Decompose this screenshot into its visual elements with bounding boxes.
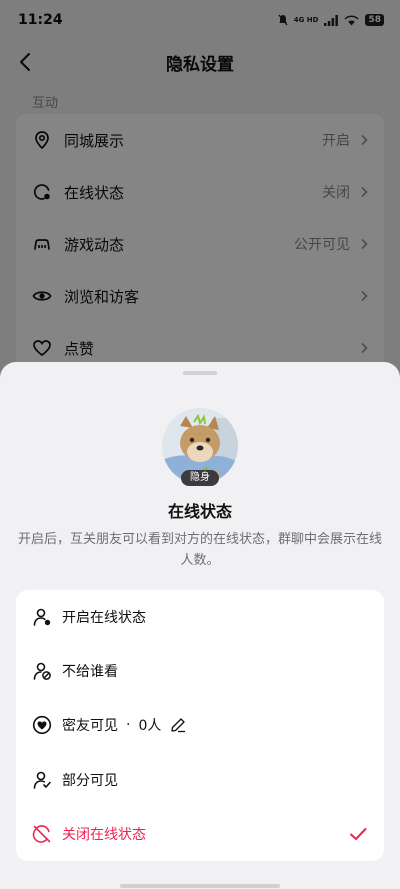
offline-icon [32,825,51,843]
avatar-container: 隐身 [162,408,238,486]
heart-friend-icon [32,716,52,735]
user-online-icon [33,608,51,626]
option-enable-online-status[interactable]: 开启在线状态 [16,590,384,644]
option-label: 密友可见 [62,718,118,735]
option-label: 部分可见 [62,772,118,789]
option-disable-online-status[interactable]: 关闭在线状态 [16,807,384,861]
sheet-title: 在线状态 [167,502,232,521]
option-separator: · [126,717,131,734]
option-label: 不给谁看 [62,664,118,681]
option-close-friends[interactable]: 密友可见 · 0人 [16,698,384,752]
user-check-icon [33,771,51,789]
invisible-badge: 隐身 [181,470,219,486]
close-friends-count: 0人 [138,718,162,735]
user-block-icon [33,662,51,681]
pencil-edit-icon[interactable] [169,716,187,734]
option-partially-visible[interactable]: 部分可见 [16,753,384,807]
checkmark-icon [350,827,367,840]
visibility-options-list: 开启在线状态 不给谁看 密友可见 · 0人 部分可见 关闭在线状态 [16,590,384,861]
option-label: 开启在线状态 [62,610,146,627]
sheet-description: 开启后，互关朋友可以看到对方的在线状态，群聊中会展示在线人数。 [17,532,382,568]
online-status-sheet: 隐身 在线状态 开启后，互关朋友可以看到对方的在线状态，群聊中会展示在线人数。 … [0,362,400,889]
home-indicator[interactable] [120,884,280,888]
sheet-grabber[interactable] [183,371,217,375]
option-label: 关闭在线状态 [62,826,146,843]
option-hide-from[interactable]: 不给谁看 [16,644,384,698]
